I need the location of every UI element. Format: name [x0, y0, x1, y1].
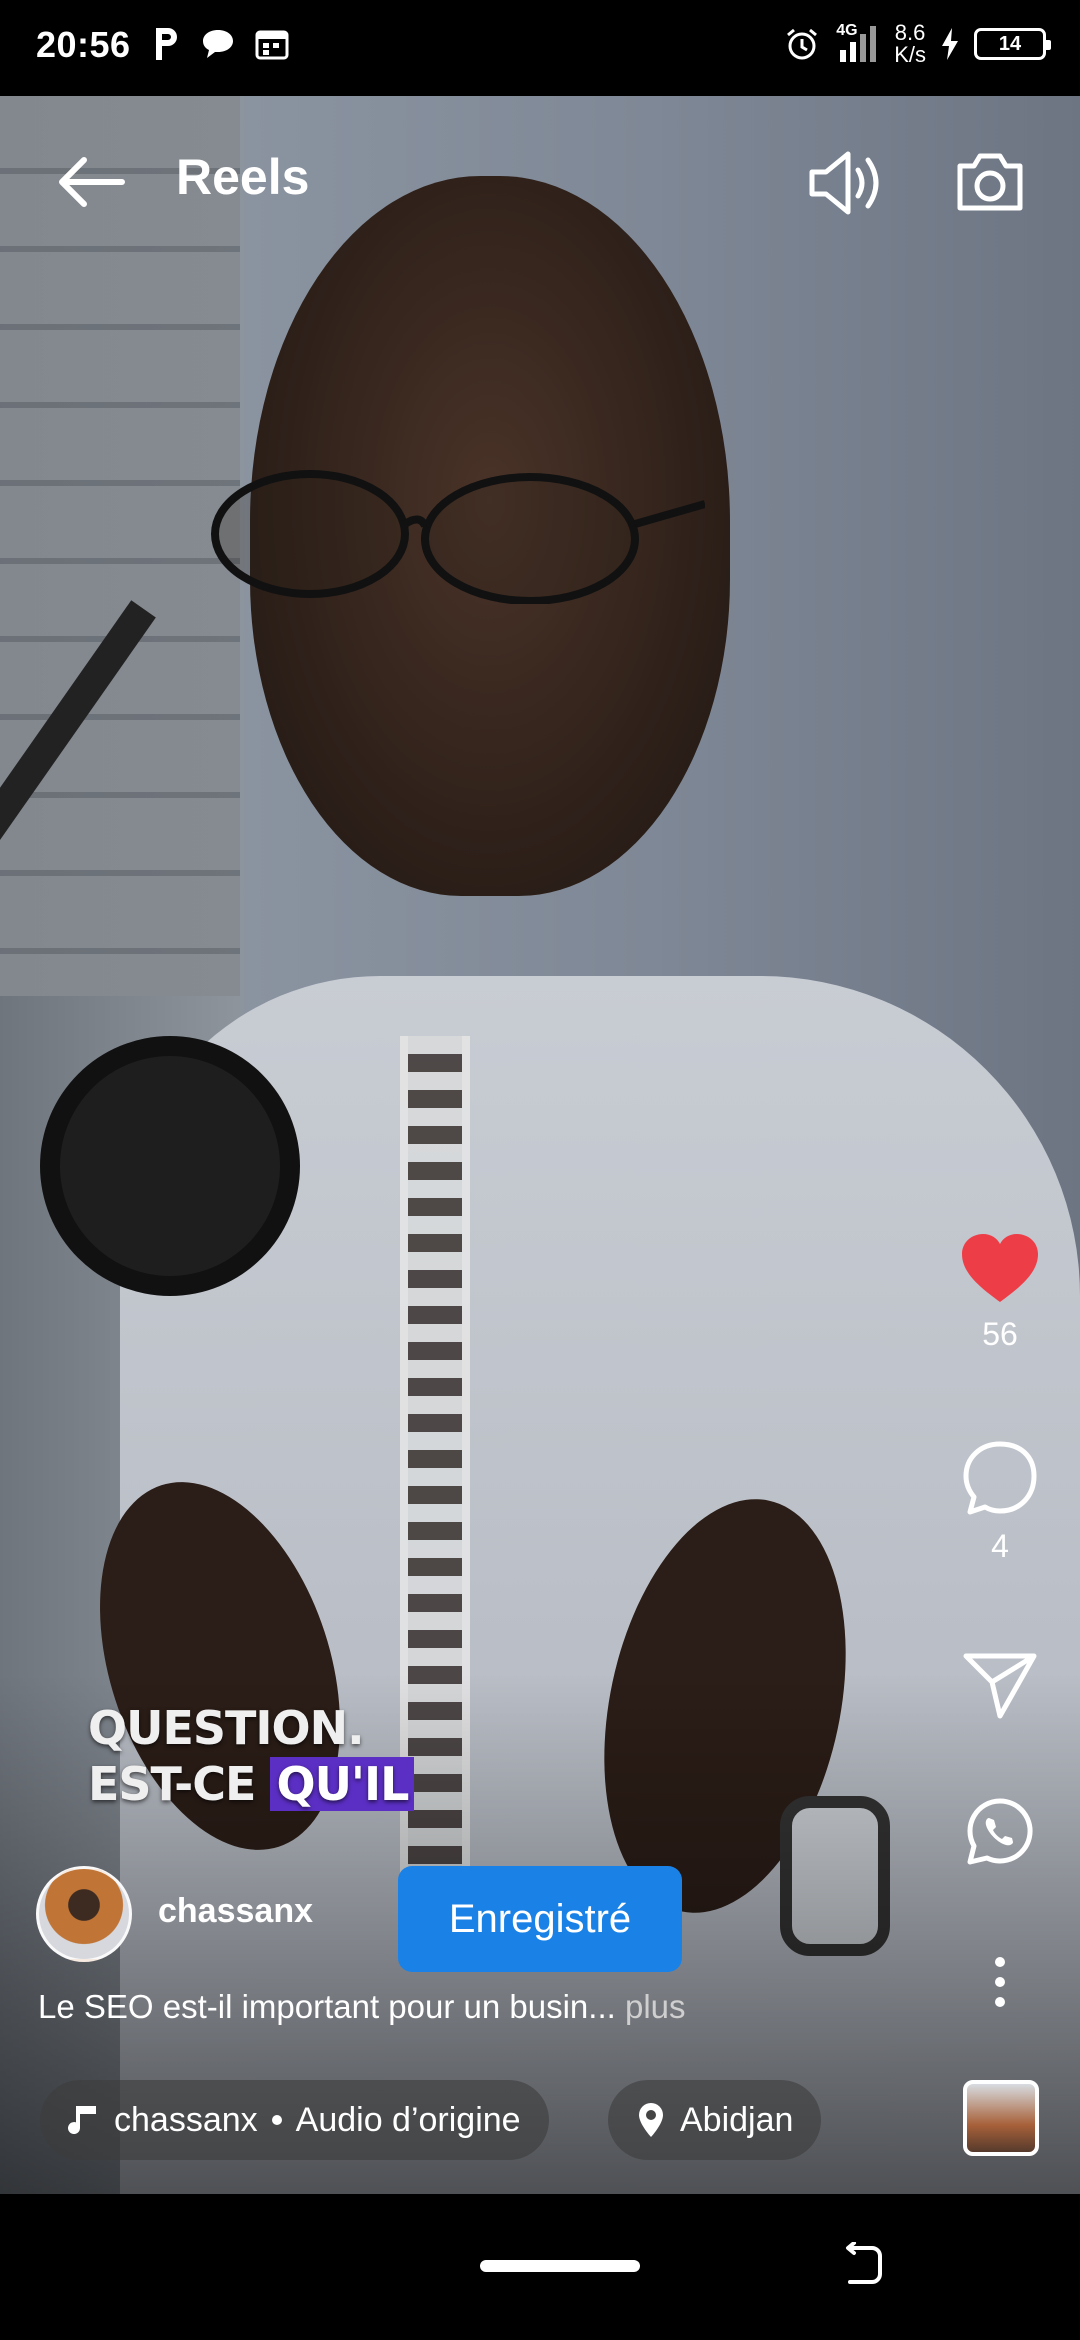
audio-chip[interactable]: chassanx Audio d’origine	[40, 2080, 549, 2160]
comment-count: 4	[991, 1528, 1009, 1564]
location-chip[interactable]: Abidjan	[608, 2080, 822, 2160]
glasses	[211, 470, 705, 604]
description-more-link[interactable]: plus	[625, 1988, 686, 2025]
caption-highlight: QU'IL	[270, 1757, 415, 1811]
battery-indicator: 14	[974, 28, 1051, 60]
signal-icon	[840, 26, 877, 62]
page-title: Reels	[176, 149, 310, 205]
charging-icon	[942, 28, 958, 60]
whatsapp-action	[920, 1796, 1080, 1868]
separator-dot	[271, 2115, 282, 2125]
whatsapp-icon[interactable]	[964, 1796, 1036, 1868]
author-username[interactable]: chassanx	[158, 1892, 313, 1931]
network-speed: 8.6 K/s	[894, 22, 926, 66]
description-text: Le SEO est-il important pour un busin...	[38, 1988, 616, 2025]
share-action	[920, 1650, 1080, 1722]
location-pin-icon	[639, 2103, 663, 2137]
status-time: 20:56	[36, 24, 131, 65]
alarm-icon	[787, 28, 818, 60]
status-system-icons: 4G 8.6 K/s 14	[784, 22, 1051, 66]
saved-button[interactable]: Enregistré	[398, 1866, 682, 1972]
speed-value: 8.6	[894, 20, 926, 45]
caption-line-2-text: EST-CE	[88, 1757, 256, 1811]
chat-bubble-icon	[203, 30, 233, 58]
audio-thumbnail[interactable]	[963, 2080, 1039, 2156]
camera-icon[interactable]	[954, 148, 1026, 214]
like-count: 56	[982, 1316, 1018, 1352]
microphone	[60, 1056, 280, 1276]
speed-unit: K/s	[894, 42, 926, 67]
send-icon[interactable]	[962, 1650, 1038, 1722]
back-arrow-icon[interactable]	[54, 152, 126, 212]
more-action	[920, 1954, 1080, 2010]
caption-line-1: QUESTION.	[88, 1701, 365, 1755]
signal-indicator: 4G	[834, 22, 880, 64]
video-caption: QUESTION. EST-CE QU'IL	[88, 1700, 415, 1812]
comment-icon[interactable]	[960, 1438, 1040, 1518]
audio-artist: chassanx	[114, 2100, 258, 2139]
parking-icon	[156, 28, 177, 60]
music-note-icon	[68, 2106, 96, 2135]
system-navigation-bar	[0, 2194, 1080, 2340]
home-gesture-bar[interactable]	[480, 2260, 640, 2272]
speaker-icon[interactable]	[806, 146, 884, 220]
reel-description[interactable]: Le SEO est-il important pour un busin...…	[38, 1988, 686, 2026]
author-avatar[interactable]	[36, 1866, 132, 1962]
rotate-screen-icon[interactable]	[838, 2242, 884, 2288]
status-notification-icons	[152, 26, 290, 62]
battery-level: 14	[998, 32, 1022, 55]
comment-action: 4	[920, 1438, 1080, 1565]
reels-header: Reels	[0, 96, 1080, 256]
more-options-icon[interactable]	[990, 1954, 1010, 2010]
audio-track: Audio d’origine	[295, 2100, 521, 2139]
like-action: 56	[920, 1230, 1080, 1353]
heart-icon[interactable]	[958, 1230, 1042, 1306]
location-name: Abidjan	[680, 2100, 794, 2139]
status-bar: 20:56 4G 8.6 K/s 14	[0, 0, 1080, 96]
caption-line-2: EST-CE QU'IL	[88, 1756, 415, 1812]
calendar-icon	[255, 30, 289, 60]
